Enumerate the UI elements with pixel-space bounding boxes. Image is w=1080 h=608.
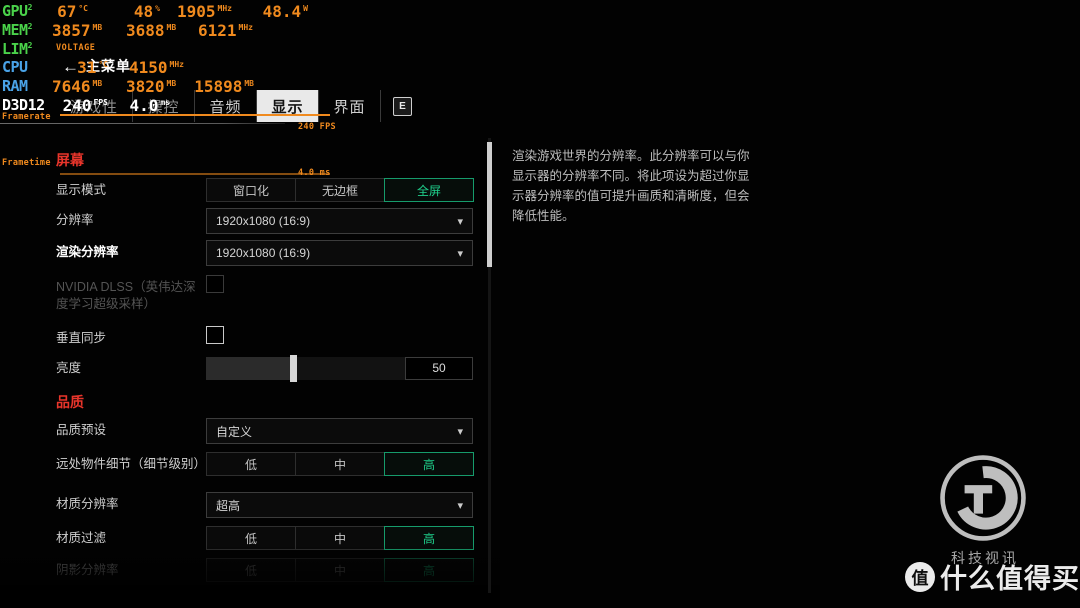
watermark-smzdm-text: 什么值得买 bbox=[940, 564, 1080, 594]
setting-label-vsync: 垂直同步 bbox=[56, 331, 107, 345]
setting-row-texture-resolution: 材质分辨率 超高 ▾ bbox=[0, 492, 500, 518]
section-header-screen: 屏幕 bbox=[56, 152, 84, 168]
setting-label-shadow-resolution: 阴影分辨率 bbox=[56, 563, 119, 577]
chevron-down-icon: ▾ bbox=[457, 499, 463, 512]
select-resolution[interactable]: 1920x1080 (16:9) ▾ bbox=[206, 208, 473, 234]
tab-gameplay[interactable]: 游戏性 bbox=[56, 90, 134, 122]
tab-gameplay-label: 游戏性 bbox=[70, 98, 119, 116]
setting-label-brightness: 亮度 bbox=[56, 361, 82, 375]
brightness-slider-track[interactable] bbox=[206, 354, 405, 382]
tab-audio[interactable]: 音频 bbox=[195, 90, 258, 122]
segment-texture-filtering-high[interactable]: 高 bbox=[384, 526, 474, 550]
slider-brightness[interactable]: 50 bbox=[206, 354, 473, 382]
checkbox-nvidia-dlss[interactable] bbox=[206, 275, 224, 293]
select-render-resolution[interactable]: 1920x1080 (16:9) ▾ bbox=[206, 240, 473, 266]
setting-row-display-mode: 显示模式 窗口化 无边框 全屏 bbox=[0, 178, 500, 202]
settings-scrollbar-thumb[interactable] bbox=[487, 142, 492, 267]
segment-shadow-resolution-high[interactable]: 高 bbox=[384, 558, 474, 582]
back-arrow-icon: ← bbox=[62, 56, 80, 76]
setting-row-nvidia-dlss: NVIDIA DLSS（英伟达深度学习超级采样） bbox=[0, 275, 500, 313]
segment-windowed[interactable]: 窗口化 bbox=[206, 178, 296, 202]
key-hint-badge: E bbox=[393, 96, 413, 116]
select-resolution-value: 1920x1080 (16:9) bbox=[216, 214, 311, 228]
tab-controls-label: 操控 bbox=[147, 98, 180, 116]
select-texture-resolution[interactable]: 超高 ▾ bbox=[206, 492, 473, 518]
tabbar-underline bbox=[0, 123, 285, 124]
watermark-tech-logo bbox=[937, 452, 1029, 544]
section-header-quality: 品质 bbox=[56, 394, 84, 410]
tab-interface-label: 界面 bbox=[333, 98, 366, 116]
setting-label-object-detail: 远处物件细节（细节级别） bbox=[56, 457, 207, 471]
setting-label-texture-resolution: 材质分辨率 bbox=[56, 497, 119, 511]
segment-object-detail-medium[interactable]: 中 bbox=[295, 452, 385, 476]
brightness-slider-fill bbox=[206, 356, 290, 380]
watermark-smzdm: 值 什么值得买 bbox=[905, 557, 1080, 596]
segmented-object-detail: 低 中 高 bbox=[206, 452, 474, 476]
setting-label-nvidia-dlss: NVIDIA DLSS（英伟达深度学习超级采样） bbox=[56, 280, 196, 311]
setting-row-vsync: 垂直同步 bbox=[0, 326, 500, 347]
brightness-slider-knob[interactable] bbox=[289, 354, 297, 382]
tab-display[interactable]: 显示 bbox=[257, 90, 320, 122]
setting-row-quality-preset: 品质预设 自定义 ▾ bbox=[0, 418, 500, 444]
segmented-display-mode: 窗口化 无边框 全屏 bbox=[206, 178, 474, 202]
setting-row-texture-filtering: 材质过滤 低 中 高 bbox=[0, 526, 500, 550]
setting-label-resolution: 分辨率 bbox=[56, 213, 94, 227]
segment-object-detail-low[interactable]: 低 bbox=[206, 452, 296, 476]
settings-panel: 屏幕 显示模式 窗口化 无边框 全屏 分辨率 1920x1080 (16:9) … bbox=[0, 130, 500, 608]
select-quality-preset[interactable]: 自定义 ▾ bbox=[206, 418, 473, 444]
setting-description: 渲染游戏世界的分辨率。此分辨率可以与你显示器的分辨率不同。将此项设为超过你显示器… bbox=[512, 149, 750, 223]
chevron-down-icon: ▾ bbox=[457, 215, 463, 228]
chevron-down-icon: ▾ bbox=[457, 425, 463, 438]
setting-label-display-mode: 显示模式 bbox=[56, 183, 107, 197]
setting-row-object-detail: 远处物件细节（细节级别） 低 中 高 bbox=[0, 452, 500, 476]
tab-display-label: 显示 bbox=[271, 98, 304, 116]
setting-row-resolution: 分辨率 1920x1080 (16:9) ▾ bbox=[0, 208, 500, 234]
segment-object-detail-high[interactable]: 高 bbox=[384, 452, 474, 476]
setting-row-shadow-resolution: 阴影分辨率 低 中 高 bbox=[0, 558, 500, 582]
setting-label-quality-preset: 品质预设 bbox=[56, 423, 107, 437]
select-texture-resolution-value: 超高 bbox=[216, 498, 241, 513]
segmented-texture-filtering: 低 中 高 bbox=[206, 526, 474, 550]
setting-label-texture-filtering: 材质过滤 bbox=[56, 531, 107, 545]
segment-shadow-resolution-low[interactable]: 低 bbox=[206, 558, 296, 582]
setting-row-render-resolution: 渲染分辨率 1920x1080 (16:9) ▾ bbox=[0, 240, 500, 266]
select-quality-preset-value: 自定义 bbox=[216, 424, 253, 439]
segment-shadow-resolution-medium[interactable]: 中 bbox=[295, 558, 385, 582]
setting-row-brightness: 亮度 50 bbox=[0, 354, 500, 382]
select-render-resolution-value: 1920x1080 (16:9) bbox=[216, 246, 311, 260]
chevron-down-icon: ▾ bbox=[457, 247, 463, 260]
checkbox-vsync[interactable] bbox=[206, 326, 224, 344]
tab-audio-label: 音频 bbox=[209, 98, 242, 116]
watermark-smzdm-badge: 值 bbox=[905, 561, 935, 592]
back-to-main-menu[interactable]: ← 主菜单 bbox=[62, 56, 131, 76]
segment-texture-filtering-medium[interactable]: 中 bbox=[295, 526, 385, 550]
game-settings-menu: 游戏性 操控 音频 显示 界面 E ← 主菜单 屏幕 显示模式 窗口化 无边框 bbox=[0, 0, 1080, 608]
tab-controls[interactable]: 操控 bbox=[133, 90, 196, 122]
segment-borderless[interactable]: 无边框 bbox=[295, 178, 385, 202]
segmented-shadow-resolution: 低 中 高 bbox=[206, 558, 474, 582]
brightness-value: 50 bbox=[405, 356, 473, 380]
tab-interface[interactable]: 界面 bbox=[319, 90, 382, 122]
back-to-main-menu-label: 主菜单 bbox=[86, 58, 131, 74]
setting-label-render-resolution: 渲染分辨率 bbox=[56, 245, 119, 259]
segment-fullscreen[interactable]: 全屏 bbox=[384, 178, 474, 202]
settings-tabbar: 游戏性 操控 音频 显示 界面 E bbox=[56, 90, 413, 122]
segment-texture-filtering-low[interactable]: 低 bbox=[206, 526, 296, 550]
